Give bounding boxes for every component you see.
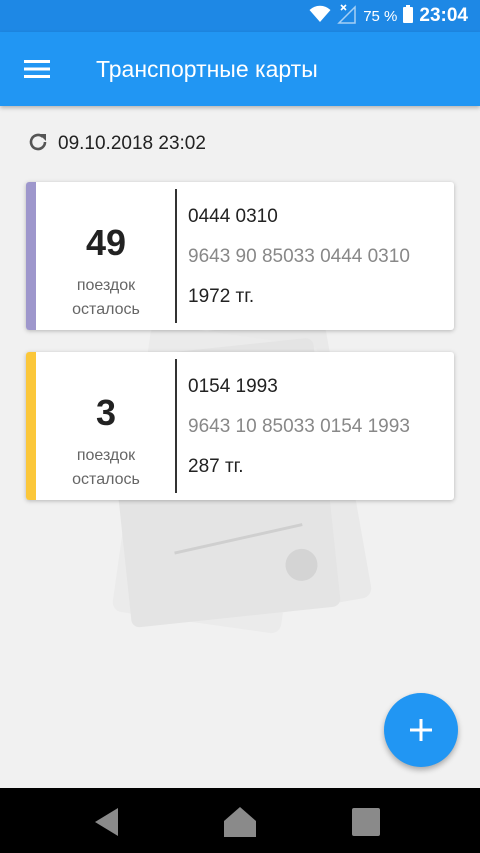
card-short-number: 0154 1993 — [188, 376, 278, 397]
sync-status: 09.10.2018 23:02 — [26, 130, 206, 158]
page-title: Транспортные карты — [96, 56, 318, 82]
transport-card[interactable]: 3 поездок осталось 0154 1993 9643 10 850… — [26, 352, 454, 500]
recents-icon — [352, 808, 380, 836]
back-icon — [95, 808, 118, 836]
card-divider — [175, 189, 177, 323]
home-icon — [224, 807, 256, 837]
card-accent-stripe — [26, 182, 36, 330]
trips-label: поездок осталось — [36, 444, 176, 492]
navigation-bar — [0, 788, 480, 853]
trips-label-line1: поездок — [76, 447, 136, 464]
wifi-icon — [309, 5, 331, 28]
card-balance: 1972 тг. — [188, 286, 255, 307]
card-full-number: 9643 90 85033 0444 0310 — [188, 246, 410, 267]
status-time: 23:04 — [419, 5, 468, 26]
trips-count: 3 — [95, 392, 117, 433]
refresh-icon[interactable] — [26, 130, 50, 159]
trips-block: 3 поездок осталось — [36, 352, 176, 500]
battery-icon — [403, 4, 414, 28]
hamburger-menu-icon — [24, 60, 50, 78]
recents-button[interactable] — [346, 802, 386, 842]
trips-block: 49 поездок осталось — [36, 182, 176, 330]
back-button[interactable] — [86, 802, 126, 842]
card-divider — [175, 359, 177, 493]
trips-label-line1: поездок — [76, 277, 136, 294]
home-button[interactable] — [220, 802, 260, 842]
status-icons: 75 % 23:04 — [309, 0, 468, 32]
card-details: 0444 0310 9643 90 85033 0444 0310 1972 т… — [188, 182, 454, 330]
trips-label: поездок осталось — [36, 274, 176, 322]
card-details: 0154 1993 9643 10 85033 0154 1993 287 тг… — [188, 352, 454, 500]
card-balance: 287 тг. — [188, 456, 244, 477]
menu-button[interactable] — [22, 54, 52, 84]
card-short-number: 0444 0310 — [188, 206, 278, 227]
app-bar: Транспортные карты — [0, 32, 480, 106]
sync-timestamp: 09.10.2018 23:02 — [58, 133, 206, 154]
main-content: 09.10.2018 23:02 49 поездок осталось 044… — [0, 106, 480, 788]
no-signal-icon — [337, 3, 357, 29]
plus-icon — [410, 719, 432, 741]
trips-label-line2: осталось — [72, 471, 140, 488]
trips-label-line2: осталось — [72, 301, 140, 318]
card-accent-stripe — [26, 352, 36, 500]
add-card-button[interactable] — [384, 693, 458, 767]
card-full-number: 9643 10 85033 0154 1993 — [188, 416, 410, 437]
status-bar: 75 % 23:04 — [0, 0, 480, 32]
trips-count: 49 — [85, 222, 127, 263]
transport-card[interactable]: 49 поездок осталось 0444 0310 9643 90 85… — [26, 182, 454, 330]
battery-percent: 75 % — [363, 7, 398, 25]
